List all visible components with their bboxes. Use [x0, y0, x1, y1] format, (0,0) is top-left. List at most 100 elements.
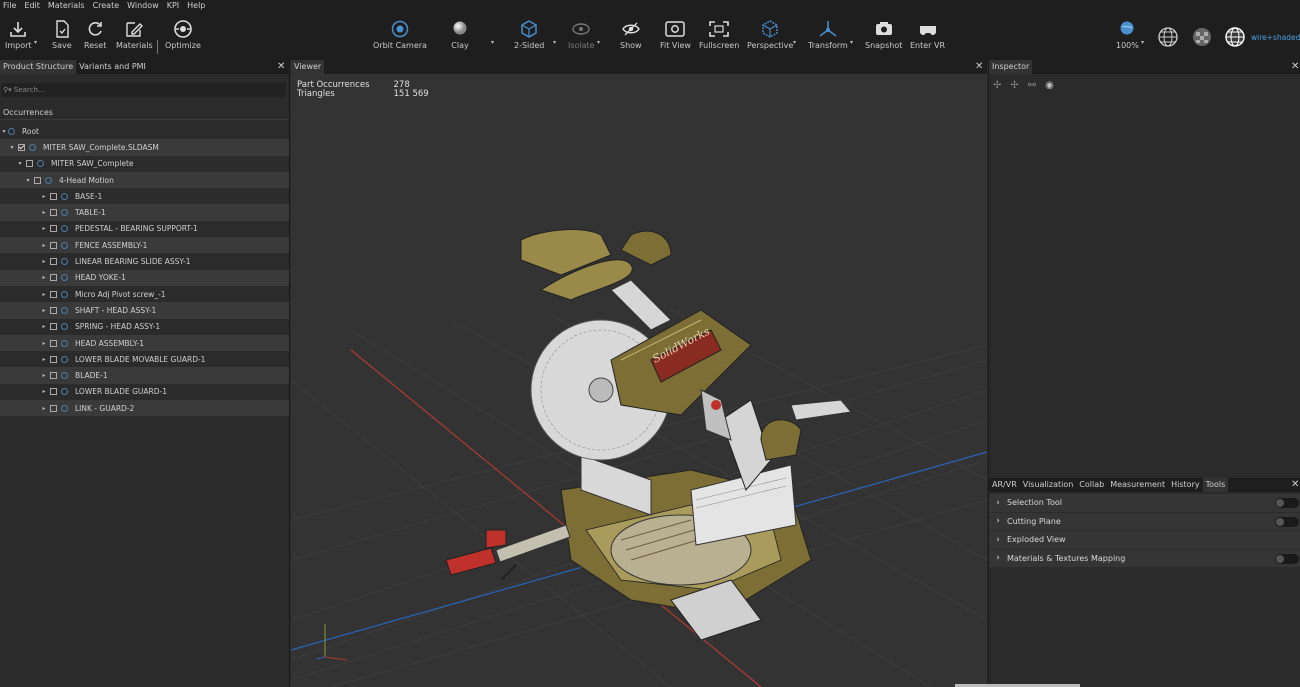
- visibility-checkbox[interactable]: [50, 258, 57, 266]
- import-dropdown-caret[interactable]: ▾: [34, 39, 37, 46]
- tree-row[interactable]: ▾ Root: [0, 123, 289, 139]
- menu-item-file[interactable]: File: [3, 0, 16, 12]
- expand-toggle-icon[interactable]: ▾: [16, 160, 24, 167]
- tree-row[interactable]: ▸ BASE-1: [0, 188, 289, 204]
- expand-toggle-icon[interactable]: ▸: [40, 405, 48, 412]
- tree-row[interactable]: ▸ LOWER BLADE MOVABLE GUARD-1: [0, 351, 289, 367]
- search-input[interactable]: ⚲▾ Search...: [1, 83, 286, 97]
- render-mode-label[interactable]: wire+shaded: [1251, 33, 1300, 42]
- close-icon[interactable]: ✕: [1291, 479, 1299, 491]
- tool-item[interactable]: › Exploded View: [989, 531, 1300, 550]
- wire-shaded-globe-button[interactable]: [1224, 26, 1246, 51]
- tree-row[interactable]: ▸ Micro Adj Pivot screw_-1: [0, 286, 289, 302]
- visibility-checkbox[interactable]: [50, 225, 57, 233]
- tree-row[interactable]: ▸ TABLE-1: [0, 204, 289, 221]
- clay-button[interactable]: Clay: [451, 20, 469, 50]
- visibility-checkbox[interactable]: [50, 241, 57, 249]
- expand-toggle-icon[interactable]: ▸: [40, 356, 48, 363]
- scene-3d[interactable]: SolidWorks: [291, 60, 987, 687]
- zoom-dropdown-caret[interactable]: ▾: [1141, 39, 1144, 46]
- visibility-checkbox[interactable]: [50, 274, 57, 282]
- expand-toggle-icon[interactable]: ▸: [40, 291, 48, 298]
- add-component-icon[interactable]: ✢: [993, 80, 1001, 91]
- tree-row[interactable]: ▸ LINK - GUARD-2: [0, 400, 289, 417]
- tab-history[interactable]: History: [1168, 478, 1202, 492]
- tab-ar-vr[interactable]: AR/VR: [989, 478, 1020, 492]
- orbit-camera-button[interactable]: Orbit Camera: [373, 20, 427, 50]
- save-button[interactable]: Save: [52, 20, 72, 50]
- close-icon[interactable]: ✕: [1291, 61, 1299, 73]
- snapshot-button[interactable]: Snapshot: [865, 20, 902, 50]
- expand-toggle-icon[interactable]: ▸: [40, 323, 48, 330]
- toggle-switch[interactable]: [1275, 553, 1299, 564]
- show-button[interactable]: Show: [620, 20, 642, 50]
- menu-item-create[interactable]: Create: [93, 0, 120, 12]
- menu-item-materials[interactable]: Materials: [48, 0, 85, 12]
- import-button[interactable]: Import: [5, 20, 32, 50]
- visibility-checkbox[interactable]: [50, 404, 57, 412]
- link-icon[interactable]: ⚯: [1028, 80, 1036, 91]
- fullscreen-button[interactable]: Fullscreen: [699, 20, 739, 50]
- tree-row[interactable]: ▸ LOWER BLADE GUARD-1: [0, 384, 289, 400]
- transform-button[interactable]: Transform: [808, 20, 848, 50]
- expand-toggle-icon[interactable]: ▸: [40, 193, 48, 200]
- expand-toggle-icon[interactable]: ▸: [40, 307, 48, 314]
- close-icon[interactable]: ✕: [277, 61, 285, 73]
- tab-tools[interactable]: Tools: [1202, 478, 1229, 492]
- tab-visualization[interactable]: Visualization: [1020, 478, 1077, 492]
- visibility-checkbox[interactable]: [34, 176, 41, 184]
- isolate-button[interactable]: Isolate: [568, 20, 595, 50]
- isolate-dropdown-caret[interactable]: ▾: [597, 39, 600, 46]
- target-icon[interactable]: ◉: [1045, 80, 1054, 91]
- tree-row[interactable]: ▸ SHAFT - HEAD ASSY-1: [0, 302, 289, 319]
- tree-row[interactable]: ▾ MITER SAW_Complete.SLDASM: [0, 139, 289, 156]
- miter-saw-model[interactable]: SolidWorks: [445, 229, 852, 641]
- expand-toggle-icon[interactable]: ▸: [40, 372, 48, 379]
- fit-view-button[interactable]: Fit View: [660, 20, 691, 50]
- menu-item-window[interactable]: Window: [127, 0, 159, 12]
- visibility-checkbox[interactable]: [50, 388, 57, 396]
- toggle-switch[interactable]: [1275, 498, 1299, 508]
- visibility-checkbox[interactable]: [50, 323, 57, 331]
- visibility-checkbox[interactable]: [50, 209, 57, 217]
- viewer-panel[interactable]: Viewer ✕ Part Occurrences 278 Triangles 15…: [291, 60, 987, 687]
- visibility-checkbox[interactable]: [50, 372, 57, 380]
- visibility-checkbox[interactable]: [50, 192, 57, 200]
- expand-toggle-icon[interactable]: ▸: [40, 340, 48, 347]
- add-property-icon[interactable]: ✢: [1010, 80, 1018, 91]
- tree-row[interactable]: ▸ SPRING - HEAD ASSY-1: [0, 319, 289, 335]
- expand-toggle-icon[interactable]: ▸: [40, 242, 48, 249]
- visibility-checkbox[interactable]: [26, 160, 33, 168]
- visibility-checkbox[interactable]: [50, 339, 57, 347]
- optimize-button[interactable]: Optimize: [165, 20, 201, 50]
- tab-variants-pmi[interactable]: Variants and PMI: [76, 60, 149, 74]
- enter-vr-button[interactable]: Enter VR: [910, 20, 945, 50]
- toggle-switch[interactable]: [1275, 516, 1299, 527]
- zoom-button[interactable]: 100%: [1116, 20, 1139, 50]
- materials-button[interactable]: Materials: [116, 20, 153, 50]
- tree-row[interactable]: ▸ LINEAR BEARING SLIDE ASSY-1: [0, 253, 289, 269]
- visibility-checkbox[interactable]: [50, 306, 57, 314]
- tool-item[interactable]: › Cutting Plane: [989, 512, 1300, 531]
- tree-row[interactable]: ▾ 4-Head Motion: [0, 171, 289, 189]
- expand-toggle-icon[interactable]: ▾: [8, 144, 16, 151]
- tab-measurement[interactable]: Measurement: [1107, 478, 1168, 492]
- tree-row[interactable]: ▸ BLADE-1: [0, 367, 289, 384]
- tree-row[interactable]: ▾ MITER SAW_Complete: [0, 156, 289, 172]
- tree-row[interactable]: ▸ PEDESTAL - BEARING SUPPORT-1: [0, 221, 289, 237]
- tab-product-structure[interactable]: Product Structure: [0, 60, 77, 74]
- wireframe-globe-button[interactable]: [1157, 26, 1179, 51]
- transform-dropdown-caret[interactable]: ▾: [850, 39, 853, 46]
- menu-item-help[interactable]: Help: [187, 0, 205, 12]
- two-sided-dropdown-caret[interactable]: ▾: [553, 39, 556, 46]
- tree-row[interactable]: ▸ FENCE ASSEMBLY-1: [0, 237, 289, 254]
- tree-row[interactable]: ▸ HEAD YOKE-1: [0, 269, 289, 286]
- visibility-checkbox[interactable]: [50, 355, 57, 363]
- expand-toggle-icon[interactable]: ▾: [0, 128, 8, 135]
- tool-item[interactable]: › Selection Tool: [989, 494, 1300, 513]
- expand-toggle-icon[interactable]: ▸: [40, 258, 48, 265]
- expand-toggle-icon[interactable]: ▾: [24, 177, 32, 184]
- expand-toggle-icon[interactable]: ▸: [40, 388, 48, 395]
- two-sided-button[interactable]: 2-Sided: [514, 20, 544, 50]
- expand-toggle-icon[interactable]: ▸: [40, 274, 48, 281]
